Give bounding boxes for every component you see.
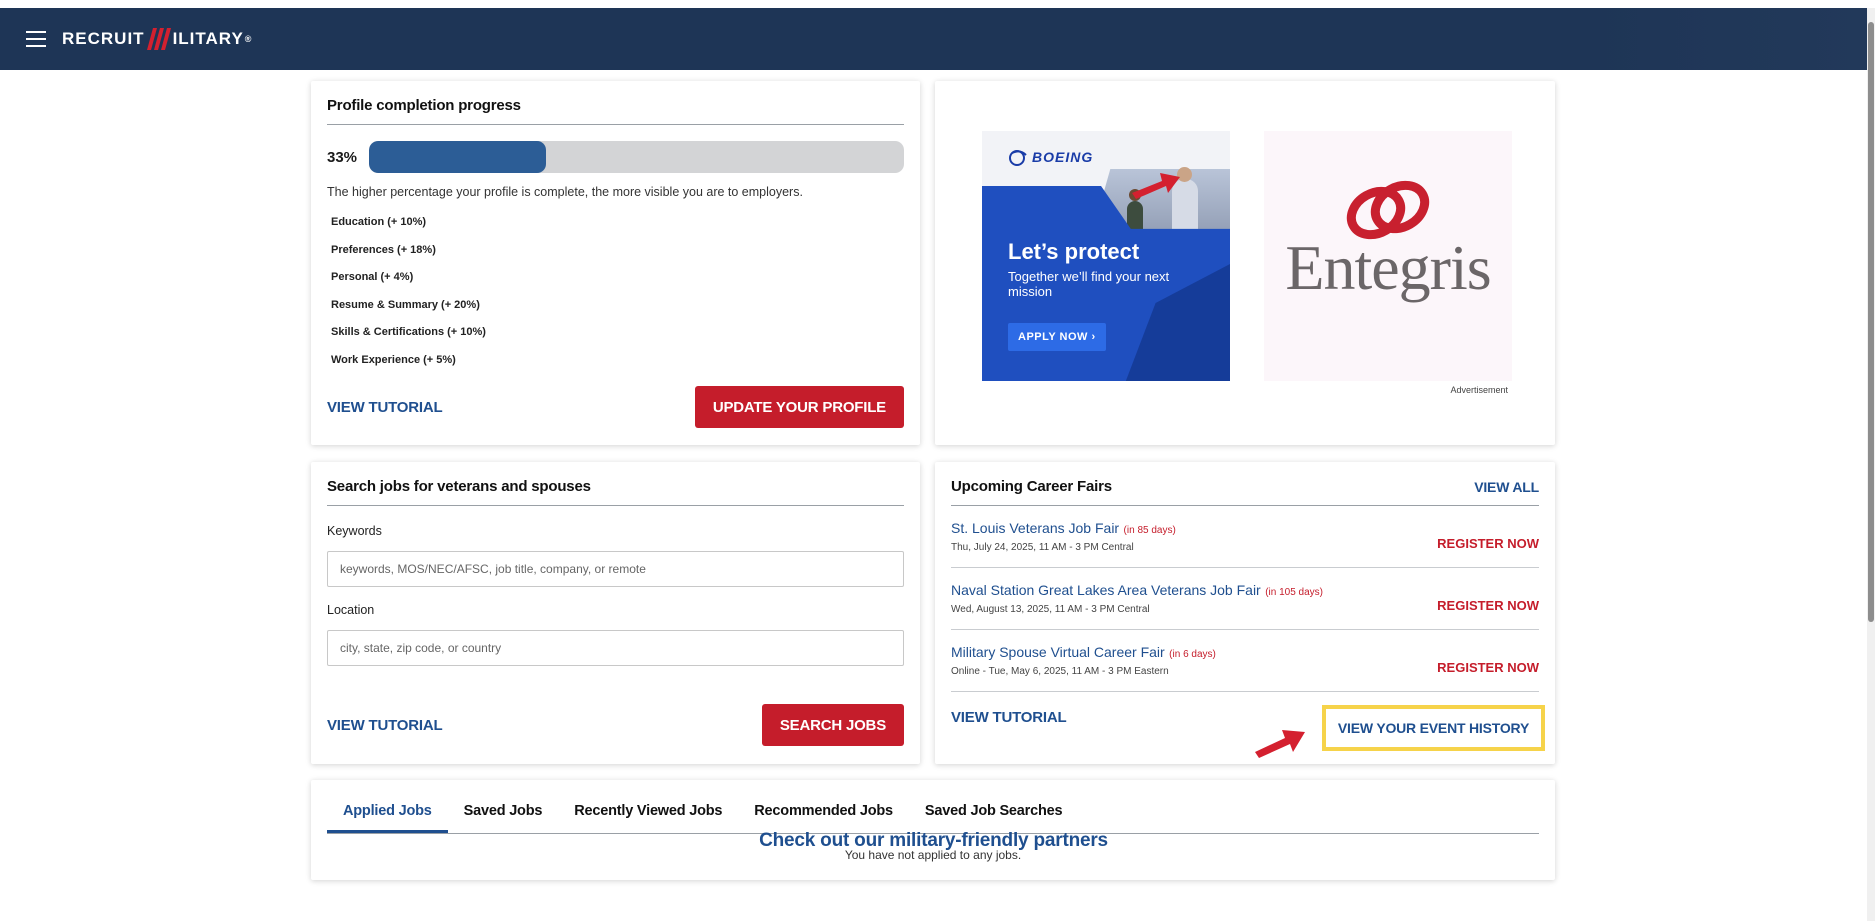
- boeing-brand-text: BOEING: [1032, 149, 1094, 165]
- red-slash-logo-mark: [146, 28, 172, 50]
- career-fair-item: St. Louis Veterans Job Fair (in 85 days)…: [951, 506, 1539, 568]
- keywords-label: Keywords: [327, 524, 382, 538]
- page-scrollbar[interactable]: [1867, 8, 1875, 921]
- update-profile-button[interactable]: UPDATE YOUR PROFILE: [694, 386, 904, 428]
- tab-recommended-jobs[interactable]: Recommended Jobs: [738, 803, 909, 833]
- recruit-military-logo[interactable]: RECRUIT ILITARY ®: [62, 28, 252, 50]
- top-navigation-bar: RECRUIT ILITARY ®: [0, 8, 1867, 70]
- boeing-ad-headline: Let’s protect: [1008, 239, 1140, 264]
- career-fair-date: Thu, July 24, 2025, 11 AM - 3 PM Central: [951, 542, 1134, 553]
- career-fair-countdown: (in 6 days): [1169, 649, 1216, 660]
- profile-card-footer: VIEW TUTORIAL UPDATE YOUR PROFILE: [327, 386, 904, 428]
- location-label: Location: [327, 603, 375, 617]
- profile-item-preferences[interactable]: Preferences (+ 18%): [331, 237, 904, 265]
- entegris-wordmark: Entegris: [1285, 232, 1491, 303]
- career-fairs-footer: VIEW TUTORIAL: [951, 709, 1171, 726]
- register-now-link[interactable]: REGISTER NOW: [1437, 536, 1539, 551]
- profile-card-title: Profile completion progress: [327, 97, 904, 125]
- entegris-ad[interactable]: Entegris: [1264, 131, 1512, 381]
- progress-row: 33%: [327, 141, 904, 173]
- advertisement-card: BOEING Let’s protect Together we’ll find…: [935, 81, 1555, 445]
- boeing-ad[interactable]: BOEING Let’s protect Together we’ll find…: [982, 131, 1230, 381]
- career-fairs-title: Upcoming Career Fairs: [951, 478, 1112, 495]
- profile-section-list: Education (+ 10%) Preferences (+ 18%) Pe…: [331, 209, 904, 374]
- event-history-highlight: VIEW YOUR EVENT HISTORY: [1322, 705, 1545, 751]
- career-fair-countdown: (in 85 days): [1123, 525, 1176, 536]
- logo-text-left: RECRUIT: [62, 29, 145, 48]
- jobs-tab-bar: Applied Jobs Saved Jobs Recently Viewed …: [327, 780, 1539, 834]
- view-all-fairs-link[interactable]: VIEW ALL: [1474, 479, 1539, 495]
- advertisement-label: Advertisement: [1450, 385, 1508, 395]
- tab-saved-jobs[interactable]: Saved Jobs: [448, 803, 559, 833]
- register-now-link[interactable]: REGISTER NOW: [1437, 660, 1539, 675]
- profile-item-resume[interactable]: Resume & Summary (+ 20%): [331, 292, 904, 320]
- profile-view-tutorial-link[interactable]: VIEW TUTORIAL: [327, 399, 443, 416]
- career-fair-name[interactable]: St. Louis Veterans Job Fair: [951, 520, 1119, 536]
- career-fair-name[interactable]: Military Spouse Virtual Career Fair: [951, 644, 1165, 660]
- logo-text-right: ILITARY: [172, 29, 244, 48]
- search-jobs-button[interactable]: SEARCH JOBS: [761, 704, 904, 746]
- profile-item-work-experience[interactable]: Work Experience (+ 5%): [331, 347, 904, 375]
- career-fairs-header: Upcoming Career Fairs VIEW ALL: [951, 478, 1539, 506]
- view-event-history-link[interactable]: VIEW YOUR EVENT HISTORY: [1338, 720, 1529, 736]
- search-view-tutorial-link[interactable]: VIEW TUTORIAL: [327, 717, 443, 734]
- tab-applied-jobs[interactable]: Applied Jobs: [327, 803, 448, 833]
- career-fair-name[interactable]: Naval Station Great Lakes Area Veterans …: [951, 582, 1261, 598]
- career-fair-item: Naval Station Great Lakes Area Veterans …: [951, 568, 1539, 630]
- career-fair-item: Military Spouse Virtual Career Fair (in …: [951, 630, 1539, 692]
- profile-item-skills[interactable]: Skills & Certifications (+ 10%): [331, 319, 904, 347]
- logo-registered-mark: ®: [244, 34, 253, 44]
- search-card-title: Search jobs for veterans and spouses: [327, 478, 904, 506]
- career-fairs-view-tutorial-link[interactable]: VIEW TUTORIAL: [951, 709, 1067, 726]
- career-fair-date: Online - Tue, May 6, 2025, 11 AM - 3 PM …: [951, 666, 1169, 677]
- tab-recently-viewed-jobs[interactable]: Recently Viewed Jobs: [558, 803, 738, 833]
- progress-bar-fill: [369, 141, 546, 173]
- dashboard-page: Profile completion progress 33% The high…: [0, 70, 1867, 921]
- hamburger-menu-icon[interactable]: [26, 31, 46, 47]
- search-card-footer: VIEW TUTORIAL SEARCH JOBS: [327, 704, 904, 746]
- register-now-link[interactable]: REGISTER NOW: [1437, 598, 1539, 613]
- profile-description: The higher percentage your profile is co…: [327, 185, 803, 199]
- header-fade: [1587, 8, 1867, 70]
- progress-percent: 33%: [327, 148, 358, 166]
- career-fair-countdown: (in 105 days): [1265, 587, 1323, 598]
- profile-completion-card: Profile completion progress 33% The high…: [311, 81, 920, 445]
- search-jobs-card: Search jobs for veterans and spouses Key…: [311, 462, 920, 764]
- profile-item-personal[interactable]: Personal (+ 4%): [331, 264, 904, 292]
- partners-heading: Check out our military-friendly partners: [759, 830, 1108, 851]
- profile-item-education[interactable]: Education (+ 10%): [331, 209, 904, 237]
- boeing-ad-subtext: Together we’ll find your next mission: [1008, 269, 1170, 299]
- boeing-mark-icon: [1009, 150, 1027, 166]
- tab-saved-job-searches[interactable]: Saved Job Searches: [909, 803, 1078, 833]
- boeing-apply-now-button[interactable]: APPLY NOW ›: [1008, 323, 1106, 351]
- red-arrow-annotation-icon: [1132, 173, 1180, 199]
- progress-bar: [369, 141, 904, 173]
- career-fair-date: Wed, August 13, 2025, 11 AM - 3 PM Centr…: [951, 604, 1150, 615]
- scrollbar-thumb[interactable]: [1868, 22, 1874, 622]
- red-arrow-annotation-icon: [1255, 730, 1305, 758]
- career-fairs-card: Upcoming Career Fairs VIEW ALL St. Louis…: [935, 462, 1555, 764]
- keywords-input[interactable]: keywords, MOS/NEC/AFSC, job title, compa…: [327, 551, 904, 587]
- location-input[interactable]: city, state, zip code, or country: [327, 630, 904, 666]
